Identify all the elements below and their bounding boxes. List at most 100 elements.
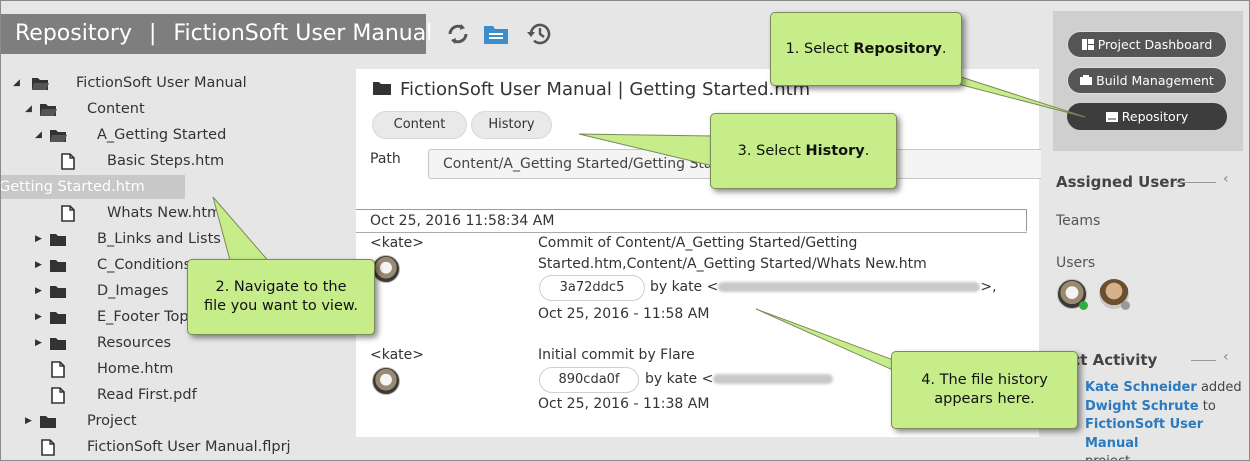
folder-icon [484, 26, 508, 44]
file-title-text: FictionSoft User Manual | Getting Starte… [400, 79, 811, 100]
commit-user: <kate> [370, 347, 425, 363]
tree-item-label: A_Getting Started [97, 127, 227, 143]
explorer-button[interactable] [481, 19, 511, 49]
tree-item-label: C_Conditions [97, 257, 192, 273]
app-window: Repository | FictionSoft User Manual ◢ Fi… [0, 0, 1250, 461]
tree-item[interactable]: ◢ FictionSoft User Manual [1, 71, 341, 95]
tree-item-label: Read First.pdf [97, 387, 197, 403]
activity-suffix: project [1085, 454, 1130, 460]
avatar [372, 367, 400, 395]
history-header: Oct 25, 2016 11:58:34 AM [356, 209, 1027, 231]
folder-icon [39, 413, 57, 437]
path-label: Path [370, 151, 401, 167]
project-dashboard-label: Project Dashboard [1097, 37, 1213, 52]
commit-hash[interactable]: 890cda0f [539, 367, 639, 393]
folder-icon [49, 335, 67, 359]
tree-item[interactable]: ▶ B_Links and Lists [1, 227, 341, 251]
file-title: FictionSoft User Manual | Getting Starte… [372, 79, 810, 100]
title-repo: Repository [15, 21, 132, 46]
activity-project-link[interactable]: FictionSoft User Manual [1085, 417, 1203, 451]
collapse-arrow-icon[interactable]: ◢ [25, 97, 32, 121]
assigned-users-heading: Assigned Users [1056, 173, 1186, 191]
activity-item: Kate Schneider added Dwight Schrute to F… [1085, 379, 1247, 460]
folder-icon [49, 231, 67, 255]
tab-history[interactable]: History [471, 111, 552, 139]
activity-user-link[interactable]: Kate Schneider [1085, 380, 1197, 395]
divider [1176, 182, 1216, 183]
tab-content[interactable]: Content [372, 111, 467, 139]
commit-message: Initial commit by Flare [538, 347, 695, 363]
collapse-icon[interactable]: ‹ [1223, 349, 1229, 365]
sync-icon [448, 24, 468, 44]
avatar [372, 255, 400, 283]
tree-item[interactable]: ◢ A_Getting Started [1, 123, 341, 147]
build-management-label: Build Management [1096, 73, 1214, 88]
dashboard-icon [1081, 39, 1094, 50]
folder-icon [49, 283, 67, 307]
tree-item-label: FictionSoft User Manual.flprj [87, 439, 291, 455]
commit-author: by kate < >, [650, 279, 997, 295]
build-icon [1080, 75, 1093, 85]
collapse-icon[interactable]: ‹ [1223, 171, 1229, 187]
sync-button[interactable] [443, 19, 473, 49]
tree-item[interactable]: Home.htm [1, 357, 341, 381]
tree-item[interactable]: Getting Started.htm [1, 175, 341, 199]
callout-3-suffix: . [864, 142, 870, 159]
repository-button[interactable]: Repository [1067, 103, 1227, 130]
callout-4: 4. The file history appears here. [891, 351, 1078, 429]
expand-arrow-icon[interactable]: ▶ [35, 279, 42, 303]
tree-item-label: FictionSoft User Manual [76, 75, 247, 91]
tree-item[interactable]: Read First.pdf [1, 383, 341, 407]
tree-item-label: Content [87, 101, 145, 117]
expand-arrow-icon[interactable]: ▶ [35, 305, 42, 329]
tree-item[interactable]: Basic Steps.htm [1, 149, 341, 173]
collapse-arrow-icon[interactable]: ◢ [35, 123, 42, 147]
activity-verb: added [1200, 380, 1242, 395]
commit-author-end: >, [980, 279, 997, 295]
repository-icon [1105, 112, 1118, 122]
collapse-arrow-icon[interactable]: ◢ [13, 71, 20, 95]
expand-arrow-icon[interactable]: ▶ [25, 409, 32, 433]
commit-hash[interactable]: 3a72ddc5 [539, 275, 645, 301]
divider [1191, 360, 1216, 361]
folder-open-icon [39, 101, 57, 125]
activity-target-link[interactable]: Dwight Schrute [1085, 399, 1199, 414]
commit-user: <kate> [370, 235, 425, 251]
commit-author: by kate < [645, 371, 834, 387]
expand-arrow-icon[interactable]: ▶ [35, 253, 42, 277]
expand-arrow-icon[interactable]: ▶ [35, 227, 42, 251]
callout-3: 3. Select History. [710, 113, 897, 189]
teams-label: Teams [1056, 213, 1101, 229]
folder-open-icon [49, 127, 67, 151]
tree-item-label: Home.htm [97, 361, 174, 377]
history-divider [356, 232, 1027, 233]
tree-item[interactable]: ▶ Project [1, 409, 341, 433]
online-status-icon [1079, 301, 1088, 310]
folder-icon [49, 309, 67, 333]
project-dashboard-button[interactable]: Project Dashboard [1067, 31, 1227, 58]
build-management-button[interactable]: Build Management [1067, 67, 1227, 94]
folder-icon [49, 257, 67, 281]
commit-author-text: by kate < [650, 279, 719, 295]
tree-item[interactable]: Whats New.htm [1, 201, 341, 225]
commit-date: Oct 25, 2016 - 11:38 AM [538, 396, 710, 412]
history-icon [527, 23, 551, 45]
tree-item-label: D_Images [97, 283, 169, 299]
callout-2: 2. Navigate to the file you want to view… [187, 259, 375, 335]
offline-status-icon [1121, 301, 1130, 310]
tree-item-label: Project [87, 413, 137, 429]
title-sep: | [148, 21, 157, 46]
commit-author-text: by kate < [645, 371, 714, 387]
tree-item[interactable]: FictionSoft User Manual.flprj [1, 435, 341, 459]
email-redacted [718, 282, 981, 292]
file-icon [41, 439, 55, 460]
title-project: FictionSoft User Manual [173, 21, 433, 46]
history-button[interactable] [524, 19, 554, 49]
repository-label: Repository [1121, 109, 1189, 124]
callout-1-prefix: 1. Select [785, 40, 854, 57]
commit-date: Oct 25, 2016 - 11:58 AM [538, 306, 710, 322]
tree-item-label: Resources [97, 335, 172, 351]
tree-item[interactable]: ◢ Content [1, 97, 341, 121]
expand-arrow-icon[interactable]: ▶ [35, 331, 42, 355]
users-label: Users [1056, 255, 1096, 271]
